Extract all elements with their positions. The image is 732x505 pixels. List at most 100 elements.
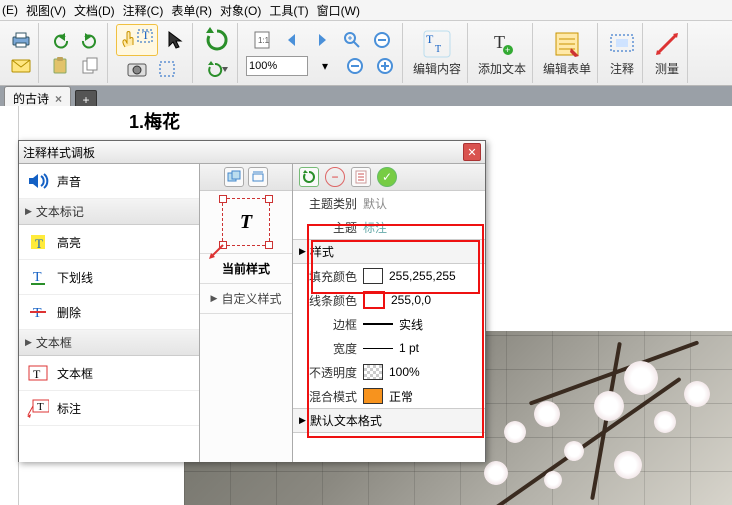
zoom-in-icon[interactable]: [372, 53, 398, 79]
list-item-underline[interactable]: T 下划线: [19, 260, 199, 295]
zoom-out-icon[interactable]: [342, 53, 368, 79]
group-annotate[interactable]: 注释: [602, 23, 643, 83]
group-measure[interactable]: 测量: [647, 23, 688, 83]
apply-style-icon[interactable]: ✓: [377, 167, 397, 187]
topic-cat-value[interactable]: 默认: [363, 195, 387, 212]
list-label: 高亮: [57, 234, 81, 251]
sound-icon: [27, 170, 49, 192]
border-preview: [363, 323, 393, 325]
blend-swatch[interactable]: [363, 388, 383, 404]
fill-label: 填充颜色: [297, 268, 357, 285]
prev-page-icon[interactable]: [279, 27, 305, 53]
custom-style-item[interactable]: ▶自定义样式: [200, 284, 292, 314]
main-toolbar: T 1:1 ▾ TT 编辑内容 T+ 添加文本: [0, 21, 732, 86]
list-label-sound: 声音: [57, 173, 81, 190]
svg-text:+: +: [505, 45, 510, 55]
width-label: 宽度: [297, 340, 357, 357]
svg-text:T: T: [33, 306, 42, 321]
underline-icon: T: [27, 266, 49, 288]
annotation-style-panel: 注释样式调板 ✕ 声音 ▶文本标记 T 高亮 T 下划线 T 删除 ▶文本框: [18, 140, 486, 462]
list-label: 标注: [57, 400, 81, 417]
section-text-marking[interactable]: ▶文本标记: [19, 199, 199, 225]
print-icon[interactable]: [8, 27, 34, 53]
section-label: 文本框: [36, 334, 72, 351]
panel-mid: T 当前样式 ▶自定义样式: [200, 164, 293, 462]
highlight-icon: T: [27, 231, 49, 253]
fit-page-icon[interactable]: 1:1: [249, 27, 275, 53]
panel-left-list: 声音 ▶文本标记 T 高亮 T 下划线 T 删除 ▶文本框 T 文本框 T: [19, 164, 200, 462]
mid-tool-2-icon[interactable]: [248, 167, 268, 187]
topic-value[interactable]: 标注: [363, 219, 387, 236]
menu-object[interactable]: 对象(O): [220, 2, 261, 19]
zoom-dropdown-icon[interactable]: ▾: [312, 53, 338, 79]
label-measure: 测量: [655, 60, 679, 77]
opacity-value[interactable]: 100%: [389, 365, 420, 379]
svg-text:T: T: [37, 401, 44, 413]
opacity-label: 不透明度: [297, 364, 357, 381]
mid-tool-1-icon[interactable]: [224, 167, 244, 187]
panel-close-button[interactable]: ✕: [463, 143, 481, 161]
group-edit-form[interactable]: 编辑表单: [537, 23, 598, 83]
next-page-icon[interactable]: [309, 27, 335, 53]
textbox-icon: T: [27, 362, 49, 384]
list-item-sound[interactable]: 声音: [19, 164, 199, 199]
label-edit-form: 编辑表单: [543, 60, 591, 77]
redo-icon[interactable]: [77, 27, 103, 53]
delete-style-icon[interactable]: −: [325, 167, 345, 187]
group-add-text[interactable]: T+ 添加文本: [472, 23, 533, 83]
menu-bar: (E) 视图(V) 文档(D) 注释(C) 表单(R) 对象(O) 工具(T) …: [0, 0, 732, 21]
cursor-icon[interactable]: [162, 27, 188, 53]
fill-swatch[interactable]: [363, 268, 383, 284]
section-textformat-label: 默认文本格式: [310, 412, 382, 429]
width-value[interactable]: 1 pt: [399, 341, 419, 355]
style-list-icon[interactable]: [351, 167, 371, 187]
list-item-highlight[interactable]: T 高亮: [19, 225, 199, 260]
list-label: 下划线: [57, 269, 93, 286]
tab-close-icon[interactable]: ×: [55, 92, 62, 106]
menu-document[interactable]: 文档(D): [74, 2, 115, 19]
copy-icon[interactable]: [77, 53, 103, 79]
svg-text:T: T: [435, 44, 441, 55]
zoom-in-lens-icon[interactable]: [339, 27, 365, 53]
list-label: 文本框: [57, 365, 93, 382]
custom-style-label: 自定义样式: [221, 290, 281, 307]
svg-text:T: T: [426, 32, 434, 46]
stroke-value[interactable]: 255,0,0: [391, 293, 431, 307]
label-edit-content: 编辑内容: [413, 60, 461, 77]
fill-value[interactable]: 255,255,255: [389, 269, 456, 283]
select-icon[interactable]: [154, 56, 180, 82]
menu-tools[interactable]: 工具(T): [269, 2, 308, 19]
topic-label: 主题: [297, 219, 357, 236]
opacity-swatch[interactable]: [363, 364, 383, 380]
list-item-textbox[interactable]: T 文本框: [19, 356, 199, 391]
strikeout-icon: T: [27, 301, 49, 323]
menu-form[interactable]: 表单(R): [171, 2, 212, 19]
menu-annotation[interactable]: 注释(C): [123, 2, 164, 19]
callout-icon: T: [27, 397, 49, 419]
refresh-icon[interactable]: [201, 24, 233, 56]
undo-icon[interactable]: [47, 27, 73, 53]
section-textbox[interactable]: ▶文本框: [19, 330, 199, 356]
panel-right: − ✓ 主题类别 默认 主题 标注 ▶ 样式 填充颜色 255,255,255: [293, 164, 485, 462]
mail-icon[interactable]: [8, 53, 34, 79]
list-item-strikeout[interactable]: T 删除: [19, 295, 199, 330]
menu-window[interactable]: 窗口(W): [317, 2, 360, 19]
screenshot-icon[interactable]: [124, 56, 150, 82]
zoom-out-circle-icon[interactable]: [369, 27, 395, 53]
tab-title: 的古诗: [13, 90, 49, 107]
group-edit-content[interactable]: TT 编辑内容: [407, 23, 468, 83]
refresh-dropdown-icon[interactable]: [201, 56, 233, 82]
hand-text-tool-icon[interactable]: T: [116, 24, 158, 56]
panel-titlebar[interactable]: 注释样式调板 ✕: [19, 141, 485, 164]
menu-view[interactable]: 视图(V): [26, 2, 66, 19]
stroke-swatch[interactable]: [363, 291, 385, 309]
refresh-style-icon[interactable]: [299, 167, 319, 187]
zoom-input[interactable]: [246, 56, 308, 76]
blend-value[interactable]: 正常: [389, 388, 413, 405]
menu-e[interactable]: (E): [2, 3, 18, 17]
paste-icon[interactable]: [47, 53, 73, 79]
svg-text:1:1: 1:1: [258, 36, 270, 45]
page-title: 1.梅花: [129, 108, 180, 134]
list-item-callout[interactable]: T 标注: [19, 391, 199, 426]
border-value[interactable]: 实线: [399, 316, 423, 333]
